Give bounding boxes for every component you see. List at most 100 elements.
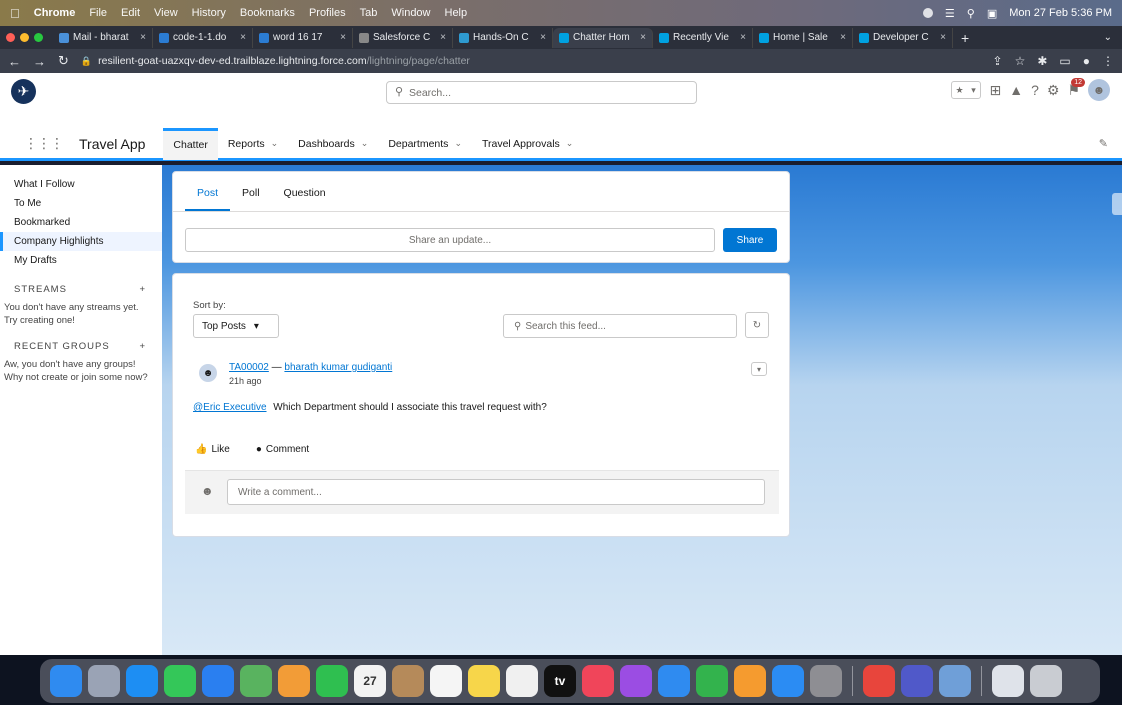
feed-search-input[interactable]: ⚲ Search this feed... (503, 314, 737, 338)
photos-icon[interactable] (278, 665, 310, 697)
notifications-bell-icon[interactable]: ⚑ 12 (1067, 77, 1085, 99)
menu-clock[interactable]: Mon 27 Feb 5:36 PM (1009, 7, 1112, 19)
freeform-icon[interactable] (506, 665, 538, 697)
tab-question[interactable]: Question (272, 187, 338, 211)
back-icon[interactable]: ← (8, 54, 21, 69)
teams-icon[interactable] (901, 665, 933, 697)
nav-tab-departments[interactable]: Departments ⌄ (378, 128, 472, 160)
downloads-icon[interactable] (992, 665, 1024, 697)
minimize-window-button[interactable] (20, 33, 29, 42)
trailhead-icon[interactable]: ▲ (1009, 82, 1023, 98)
browser-tab[interactable]: word 16 17 × (253, 27, 353, 48)
utility-panel-handle[interactable] (1112, 193, 1122, 215)
chevron-down-icon[interactable]: ⌄ (454, 138, 462, 149)
chrome-icon[interactable] (863, 665, 895, 697)
search-icon[interactable]: ⚲ (967, 7, 975, 20)
status-icon[interactable] (922, 8, 933, 18)
calendar-icon[interactable]: 27 (354, 665, 386, 697)
post-actions-menu-button[interactable]: ▾ (751, 362, 767, 376)
trash-icon[interactable] (1030, 665, 1062, 697)
forward-icon[interactable]: → (33, 54, 46, 69)
music-icon[interactable] (582, 665, 614, 697)
browser-tab[interactable]: code-1-1.do × (153, 27, 253, 48)
post-author-avatar[interactable]: ☻ (199, 364, 217, 382)
nav-tab-dashboards[interactable]: Dashboards ⌄ (288, 128, 378, 160)
edit-nav-pencil-icon[interactable]: ✎ (1099, 137, 1108, 150)
help-icon[interactable]: ? (1031, 82, 1039, 98)
nav-tab-reports[interactable]: Reports ⌄ (218, 128, 288, 160)
close-tab-icon[interactable]: × (540, 32, 546, 43)
nav-tab-chatter[interactable]: Chatter (163, 127, 218, 160)
add-stream-plus-icon[interactable]: + (139, 284, 146, 295)
lock-icon[interactable]: 🔒 (81, 56, 92, 67)
menu-window[interactable]: Window (391, 7, 430, 19)
browser-tab[interactable]: Developer C × (853, 27, 953, 48)
close-tab-icon[interactable]: × (240, 32, 246, 43)
user-avatar[interactable]: ☻ (1088, 79, 1110, 101)
mail-icon[interactable] (202, 665, 234, 697)
share-update-input[interactable]: Share an update... (185, 228, 715, 252)
close-tab-icon[interactable]: × (640, 32, 646, 43)
browser-tab[interactable]: Recently Vie × (653, 27, 753, 48)
close-tab-icon[interactable]: × (340, 32, 346, 43)
tab-poll[interactable]: Poll (230, 187, 272, 211)
profile-icon[interactable]: ● (1083, 54, 1090, 68)
share-page-icon[interactable]: ⇪ (993, 54, 1003, 68)
chevron-down-icon[interactable]: ⌄ (271, 138, 279, 149)
post-mention-link[interactable]: @Eric Executive (193, 402, 267, 413)
menu-tab[interactable]: Tab (360, 7, 378, 19)
menu-file[interactable]: File (89, 7, 107, 19)
numbers-icon[interactable] (696, 665, 728, 697)
menu-app-name[interactable]: Chrome (34, 7, 76, 19)
sidebar-item-to-me[interactable]: To Me (0, 194, 162, 213)
menu-help[interactable]: Help (445, 7, 468, 19)
finder-icon[interactable] (50, 665, 82, 697)
refresh-feed-button[interactable]: ↻ (745, 312, 769, 338)
close-window-button[interactable] (6, 33, 15, 42)
safari-icon[interactable] (126, 665, 158, 697)
close-tab-icon[interactable]: × (440, 32, 446, 43)
menu-view[interactable]: View (154, 7, 178, 19)
comment-button[interactable]: ● Comment (256, 444, 309, 455)
extensions-icon[interactable]: ✱ (1037, 54, 1047, 68)
zoom-window-button[interactable] (34, 33, 43, 42)
new-tab-button[interactable]: + (961, 30, 969, 46)
address-bar[interactable]: 🔒 resilient-goat-uazxqv-dev-ed.trailblaz… (81, 55, 470, 67)
apple-icon[interactable]:  (10, 6, 20, 21)
write-comment-input[interactable]: Write a comment... (227, 479, 765, 505)
messages-icon[interactable] (164, 665, 196, 697)
post-timestamp[interactable]: 21h ago (229, 376, 262, 386)
sidebar-item-company-highlights[interactable]: Company Highlights (0, 232, 162, 251)
favorite-star-icon[interactable]: ★ (952, 82, 966, 98)
close-tab-icon[interactable]: × (140, 32, 146, 43)
contacts-icon[interactable] (392, 665, 424, 697)
favorites-dropdown-icon[interactable]: ▾ (966, 82, 980, 98)
sidebar-item-what-i-follow[interactable]: What I Follow (0, 175, 162, 194)
close-tab-icon[interactable]: × (740, 32, 746, 43)
wifi-icon[interactable]: ☰ (945, 7, 955, 20)
global-search-input[interactable]: ⚲ Search... (386, 81, 697, 104)
org-logo-icon[interactable]: ✈ (11, 79, 36, 104)
reload-icon[interactable]: ↻ (58, 53, 69, 69)
more-icon[interactable]: ⋮ (1102, 54, 1114, 68)
keynote-icon[interactable] (658, 665, 690, 697)
sort-by-select[interactable]: Top Posts ▾ (193, 314, 279, 338)
menu-history[interactable]: History (192, 7, 226, 19)
post-record-link[interactable]: TA00002 (229, 362, 269, 373)
menu-bookmarks[interactable]: Bookmarks (240, 7, 295, 19)
podcasts-icon[interactable] (620, 665, 652, 697)
pages-icon[interactable] (734, 665, 766, 697)
browser-tab[interactable]: Chatter Hom × (553, 27, 653, 48)
chevron-down-icon[interactable]: ⌄ (566, 138, 574, 149)
control-center-icon[interactable]: ▣ (987, 7, 997, 20)
sidebar-icon[interactable]: ▭ (1059, 54, 1070, 68)
setup-gear-icon[interactable]: ⚙ (1047, 82, 1060, 99)
close-tab-icon[interactable]: × (940, 32, 946, 43)
sidebar-item-bookmarked[interactable]: Bookmarked (0, 213, 162, 232)
tv-icon[interactable]: tv (544, 665, 576, 697)
app-store-icon[interactable] (772, 665, 804, 697)
app-launcher-icon[interactable]: ⋮⋮⋮ (24, 135, 64, 152)
global-actions-icon[interactable]: ⊞ (989, 82, 1001, 99)
like-button[interactable]: 👍 Like (195, 444, 230, 455)
maps-icon[interactable] (240, 665, 272, 697)
